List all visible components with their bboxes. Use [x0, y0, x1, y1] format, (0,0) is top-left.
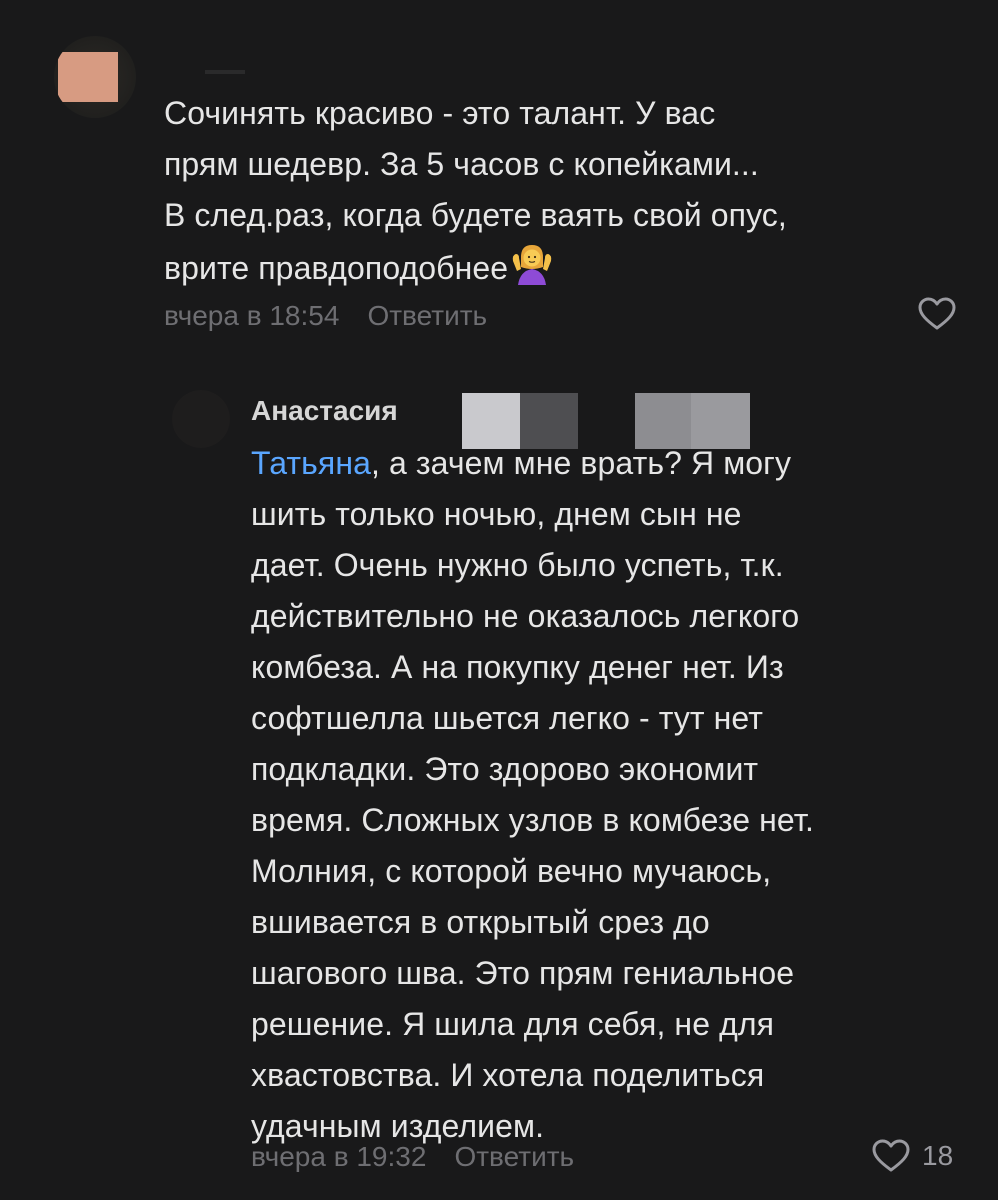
comment-line: время. Сложных узлов в комбезе нет.	[251, 802, 814, 838]
comment-line: прям шедевр. За 5 часов с копейками...	[164, 146, 759, 182]
comment-text: Сочинять красиво - это талант. У вас пря…	[164, 88, 787, 294]
comment-meta: вчера в 18:54 Ответить	[164, 300, 487, 332]
comment-line-text: , а зачем мне врать? Я могу	[371, 445, 792, 481]
avatar[interactable]	[54, 36, 136, 118]
comment-line: действительно не оказалось легкого	[251, 598, 800, 634]
comment-meta: вчера в 19:32 Ответить	[251, 1141, 574, 1173]
like-count: 18	[922, 1140, 954, 1171]
comment-text: Татьяна, а зачем мне врать? Я могу шить …	[251, 438, 814, 1152]
username-blur	[205, 70, 245, 74]
reply-button[interactable]: Ответить	[454, 1141, 574, 1172]
comment-time: вчера в 19:32	[251, 1141, 427, 1172]
comment-line: врите правдоподобнее	[164, 241, 787, 294]
comment-line: вшивается в открытый срез до	[251, 904, 710, 940]
comment-line: комбеза. А на покупку денег нет. Из	[251, 649, 784, 685]
author-name[interactable]: Анастасия	[251, 395, 398, 427]
comment-line: Молния, с которой вечно мучаюсь,	[251, 853, 772, 889]
comment-line: В след.раз, когда будете ваять свой опус…	[164, 197, 787, 233]
comment-line-text: врите правдоподобнее	[164, 250, 509, 286]
mention-link[interactable]: Татьяна	[251, 445, 371, 481]
comment-line: шагового шва. Это прям гениальное	[251, 955, 795, 991]
comment-line: Татьяна, а зачем мне врать? Я могу	[251, 438, 814, 489]
avatar-blur	[58, 52, 118, 102]
comment-line: Сочинять красиво - это талант. У вас	[164, 95, 716, 131]
reply-button[interactable]: Ответить	[367, 300, 487, 331]
comment-line: шить только ночью, днем сын не	[251, 496, 742, 532]
avatar[interactable]	[172, 390, 230, 448]
comment-line: решение. Я шила для себя, не для	[251, 1006, 775, 1042]
comment-line: хвастовства. И хотела поделиться	[251, 1057, 765, 1093]
heart-icon	[872, 1139, 910, 1172]
heart-icon	[918, 297, 956, 330]
comment-line: софтшелла шьется легко - тут нет	[251, 700, 764, 736]
comment-time: вчера в 18:54	[164, 300, 340, 331]
person-shrugging-emoji	[512, 245, 552, 285]
like-button[interactable]: 18	[872, 1139, 953, 1173]
comment-line: подкладки. Это здорово экономит	[251, 751, 759, 787]
like-button[interactable]	[918, 297, 956, 331]
comment-line: дает. Очень нужно было успеть, т.к.	[251, 547, 784, 583]
